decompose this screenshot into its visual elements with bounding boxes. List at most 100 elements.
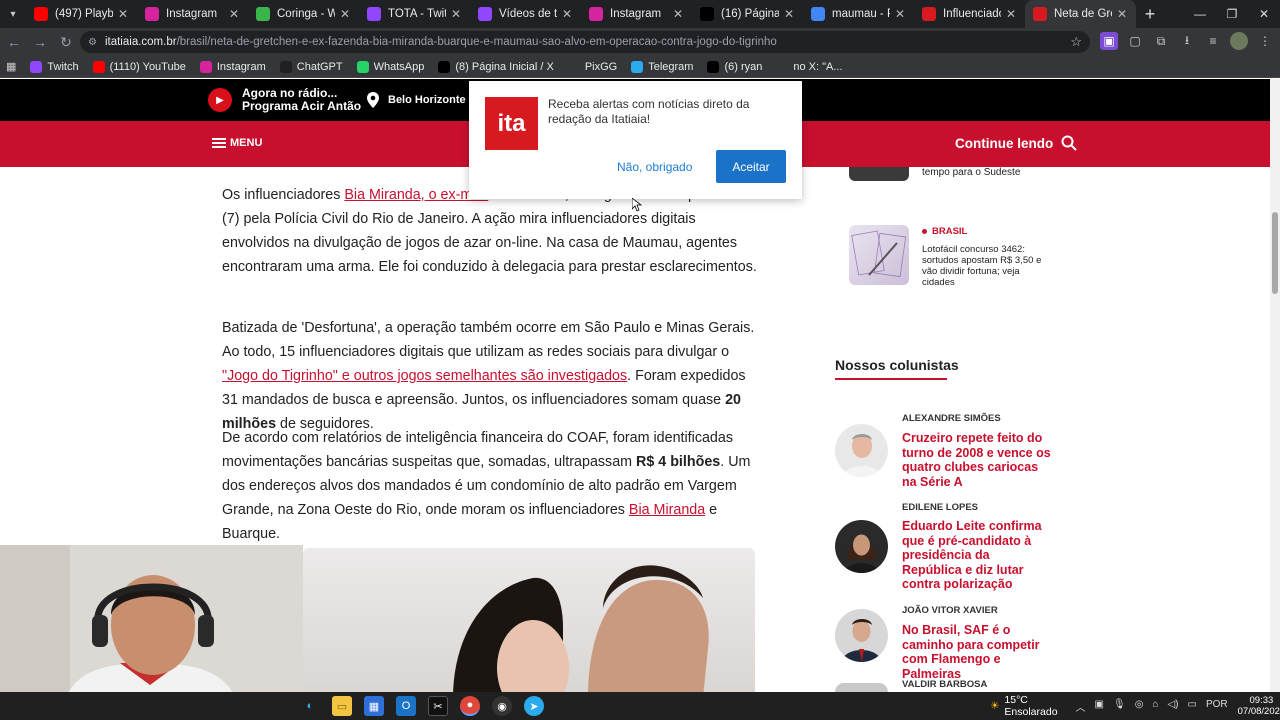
search-icon[interactable] xyxy=(1061,135,1077,151)
news-headline[interactable]: tempo para o Sudeste xyxy=(922,167,1020,178)
back-icon[interactable]: ← xyxy=(2,30,26,54)
browser-tab[interactable]: TOTA - Twitch ✕ xyxy=(359,0,470,28)
reload-icon[interactable]: ↻ xyxy=(54,30,78,54)
close-tab-icon[interactable]: ✕ xyxy=(117,7,129,21)
menu-button[interactable]: MENU xyxy=(212,137,262,149)
link-jogo-do-tigrinho[interactable]: "Jogo do Tigrinho" e outros jogos semelh… xyxy=(222,368,627,384)
telegram-icon[interactable]: ➤ xyxy=(524,696,544,716)
scrollbar-thumb[interactable] xyxy=(1272,212,1278,294)
bookmark-item[interactable]: Instagram xyxy=(199,60,266,73)
new-tab-button[interactable]: + xyxy=(1136,4,1164,25)
bookmark-list: Twitch (1110) YouTube Instagram ChatGPT What… xyxy=(30,60,856,73)
columnist-avatar[interactable] xyxy=(835,683,888,692)
continue-reading-button[interactable]: Continue lendo xyxy=(955,135,1077,151)
radio-play-icon[interactable]: ▶ xyxy=(208,88,232,112)
columnist-headline[interactable]: Cruzeiro repete feito do turno de 2008 e… xyxy=(902,431,1052,489)
browser-tab[interactable]: Influenciadores d ✕ xyxy=(914,0,1025,28)
outlook-icon[interactable]: O xyxy=(396,696,416,716)
download-icon[interactable]: ⭳ xyxy=(1178,32,1196,50)
profile-avatar-icon[interactable] xyxy=(1230,32,1248,50)
microphone-icon[interactable]: 🎙 xyxy=(1113,699,1126,714)
close-tab-icon[interactable]: ✕ xyxy=(561,7,573,21)
file-explorer-icon[interactable]: ▭ xyxy=(332,696,352,716)
network-icon[interactable]: ⌂ xyxy=(1152,699,1158,714)
clock-time: 09:33 xyxy=(1249,695,1274,706)
news-category-tag[interactable]: BRASIL xyxy=(922,226,967,237)
tag-label: BRASIL xyxy=(932,226,968,237)
bookmark-item[interactable]: no X: "A... xyxy=(776,60,843,73)
chrome-icon[interactable]: ● xyxy=(460,696,480,716)
browser-tab[interactable]: Coringa - Watch t ✕ xyxy=(248,0,359,28)
bookmark-item[interactable]: ChatGPT xyxy=(279,60,343,73)
browser-tab[interactable]: maumau - Pesqui ✕ xyxy=(803,0,914,28)
close-tab-icon[interactable]: ✕ xyxy=(228,7,240,21)
browser-tab[interactable]: (16) Página Inicial ✕ xyxy=(692,0,803,28)
close-tab-icon[interactable]: ✕ xyxy=(894,7,906,21)
site-info-icon[interactable]: ⚙ xyxy=(88,37,97,48)
extension-icon[interactable]: ▣ xyxy=(1100,32,1118,50)
capcut-icon[interactable]: ✂ xyxy=(428,696,448,716)
bookmark-item[interactable]: (8) Página Inicial / X xyxy=(438,60,554,73)
browser-tab[interactable]: Instagram ✕ xyxy=(137,0,248,28)
bookmark-item[interactable]: (6) ryan xyxy=(707,60,762,73)
obs-icon[interactable]: ◉ xyxy=(492,696,512,716)
columnist-headline[interactable]: No Brasil, SAF é o caminho para competir… xyxy=(902,623,1052,681)
close-window-icon[interactable]: ✕ xyxy=(1248,0,1280,28)
chevron-up-icon[interactable]: ︿ xyxy=(1076,699,1086,714)
system-clock[interactable]: 09:33 07/08/2025 xyxy=(1238,695,1280,717)
bookmark-item[interactable]: WhatsApp xyxy=(356,60,424,73)
radio-now-playing[interactable]: Agora no rádio... Programa Acir Antão xyxy=(242,87,361,113)
forward-icon[interactable]: → xyxy=(28,30,52,54)
news-headline[interactable]: Lotofácil concurso 3462: sortudos aposta… xyxy=(922,244,1047,288)
decline-button[interactable]: Não, obrigado xyxy=(617,160,692,174)
weather-widget[interactable]: ☀ 15°C Ensolarado xyxy=(990,694,1058,718)
columnist-name[interactable]: ALEXANDRE SIMÕES xyxy=(902,413,1001,424)
page-scrollbar[interactable] xyxy=(1270,79,1280,692)
media-control-icon[interactable]: ≡ xyxy=(1204,32,1222,50)
browser-tab[interactable]: Instagram ✕ xyxy=(581,0,692,28)
bookmark-item[interactable]: Telegram xyxy=(631,60,693,73)
close-tab-icon[interactable]: ✕ xyxy=(339,7,351,21)
link-bia-miranda[interactable]: Bia Miranda, o ex-mari xyxy=(344,187,488,203)
news-thumbnail[interactable] xyxy=(849,167,909,181)
lottery-ticket-image xyxy=(851,230,907,278)
news-thumbnail[interactable] xyxy=(849,225,909,285)
columnist-avatar[interactable] xyxy=(835,424,888,477)
bookmark-star-icon[interactable]: ☆ xyxy=(1070,34,1082,50)
extensions-puzzle-icon[interactable]: ⧉ xyxy=(1152,32,1170,50)
browser-tab[interactable]: Neta de Gretchen ✕ xyxy=(1025,0,1136,28)
edge-icon[interactable]: ◐ xyxy=(300,696,320,716)
extension-icon[interactable]: ▢ xyxy=(1126,32,1144,50)
link-bia-miranda-2[interactable]: Bia Miranda xyxy=(629,502,705,518)
language-indicator[interactable]: POR xyxy=(1206,699,1228,714)
columnist-headline[interactable]: Eduardo Leite confirma que é pré-candida… xyxy=(902,519,1052,592)
volume-icon[interactable]: ◁) xyxy=(1167,699,1178,714)
columnist-name[interactable]: EDILENE LOPES xyxy=(902,502,978,513)
bookmark-item[interactable]: Twitch xyxy=(30,60,79,73)
browser-tab[interactable]: Vídeos de totaam ✕ xyxy=(470,0,581,28)
battery-icon[interactable]: ▭ xyxy=(1188,699,1197,714)
restore-icon[interactable]: ❐ xyxy=(1216,0,1248,28)
store-icon[interactable]: ▦ xyxy=(364,696,384,716)
city-selector[interactable]: Belo Horizonte ▼ xyxy=(366,92,481,108)
bookmark-item[interactable]: PixGG xyxy=(567,60,617,73)
close-tab-icon[interactable]: ✕ xyxy=(1005,7,1017,21)
close-tab-icon[interactable]: ✕ xyxy=(450,7,462,21)
app-tray-icon[interactable]: ▣ xyxy=(1095,699,1104,714)
columnist-name[interactable]: VALDIR BARBOSA xyxy=(902,679,987,690)
columnist-name[interactable]: JOÃO VITOR XAVIER xyxy=(902,605,998,616)
close-tab-icon[interactable]: ✕ xyxy=(1116,7,1128,21)
location-tray-icon[interactable]: ◎ xyxy=(1135,699,1144,714)
tab-search-icon[interactable]: ▾ xyxy=(0,0,26,28)
columnist-avatar[interactable] xyxy=(835,520,888,573)
bookmark-item[interactable]: (1110) YouTube xyxy=(92,60,186,73)
browser-tab[interactable]: (497) Playboi carti ✕ xyxy=(26,0,137,28)
minimize-icon[interactable]: — xyxy=(1184,0,1216,28)
close-tab-icon[interactable]: ✕ xyxy=(672,7,684,21)
url-bar[interactable]: ⚙ itatiaia.com.br /brasil/neta-de-gretch… xyxy=(80,31,1090,53)
apps-grid-icon[interactable]: ▦ xyxy=(6,60,16,73)
close-tab-icon[interactable]: ✕ xyxy=(783,7,795,21)
columnist-avatar[interactable] xyxy=(835,609,888,662)
browser-menu-icon[interactable]: ⋮ xyxy=(1256,32,1274,50)
accept-button[interactable]: Aceitar xyxy=(716,150,786,183)
